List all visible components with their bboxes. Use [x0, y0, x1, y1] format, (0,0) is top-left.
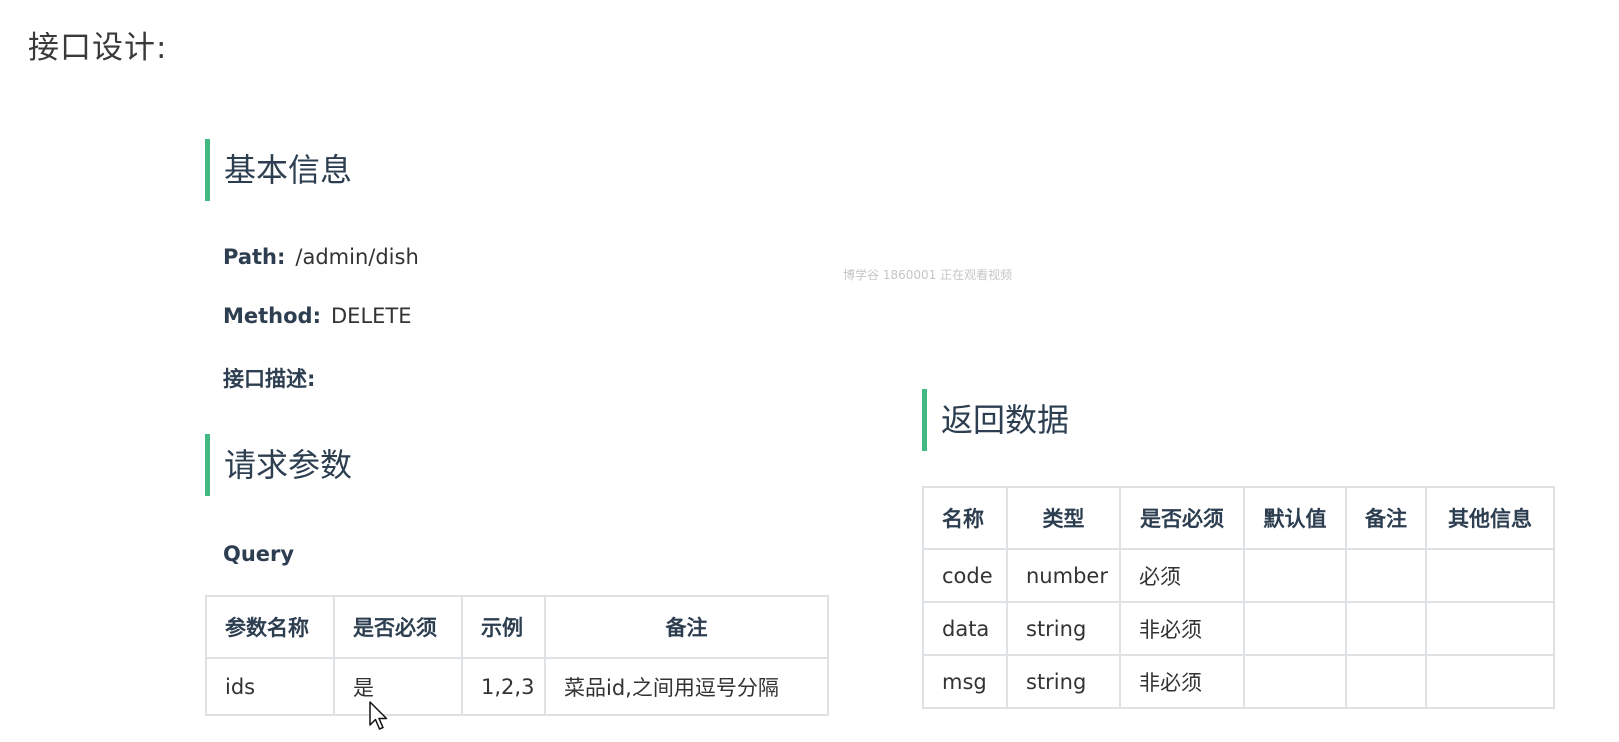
- table-cell: ids: [205, 657, 335, 716]
- table-cell: 1,2,3: [461, 657, 546, 716]
- column-header: 默认值: [1243, 486, 1347, 550]
- column-header: 名称: [922, 486, 1008, 550]
- table-cell: 菜品id,之间用逗号分隔: [544, 657, 829, 716]
- table-cell: [1243, 654, 1347, 709]
- table-cell: [1345, 654, 1427, 709]
- column-header: 是否必须: [333, 595, 463, 659]
- table-cell: 必须: [1119, 548, 1245, 603]
- table-row: msg string 非必须: [922, 654, 1555, 709]
- table-row: code number 必须: [922, 548, 1555, 603]
- request-params-table: 参数名称 是否必须 示例 备注 ids 是 1,2,3 菜品id,之间用逗号分隔: [205, 595, 829, 716]
- method-field: Method: DELETE: [223, 304, 412, 328]
- request-params-heading: 请求参数: [205, 434, 352, 496]
- table-header-row: 参数名称 是否必须 示例 备注: [205, 595, 829, 659]
- description-label: 接口描述:: [223, 367, 316, 391]
- column-header: 类型: [1006, 486, 1121, 550]
- table-cell: [1425, 654, 1555, 709]
- column-header: 备注: [1345, 486, 1427, 550]
- table-cell: string: [1006, 654, 1121, 709]
- watermark: 博学谷 1860001 正在观看视频: [843, 268, 1013, 282]
- table-row: ids 是 1,2,3 菜品id,之间用逗号分隔: [205, 657, 829, 716]
- basic-info-heading: 基本信息: [205, 139, 352, 201]
- path-field: Path: /admin/dish: [223, 245, 419, 269]
- table-cell: code: [922, 548, 1008, 603]
- column-header: 备注: [544, 595, 829, 659]
- method-value: DELETE: [331, 304, 412, 328]
- table-cell: data: [922, 601, 1008, 656]
- response-data-heading: 返回数据: [922, 389, 1069, 451]
- mouse-pointer-icon: [369, 701, 388, 730]
- method-label: Method:: [223, 304, 321, 328]
- table-row: data string 非必须: [922, 601, 1555, 656]
- page-title: 接口设计:: [28, 30, 168, 66]
- table-header-row: 名称 类型 是否必须 默认值 备注 其他信息: [922, 486, 1555, 550]
- response-data-table: 名称 类型 是否必须 默认值 备注 其他信息 code number 必须 da…: [922, 486, 1555, 709]
- column-header: 其他信息: [1425, 486, 1555, 550]
- table-cell: msg: [922, 654, 1008, 709]
- query-label: Query: [223, 542, 295, 566]
- path-value: /admin/dish: [295, 245, 419, 269]
- column-header: 示例: [461, 595, 546, 659]
- path-label: Path:: [223, 245, 286, 269]
- table-cell: [1243, 601, 1347, 656]
- table-cell: 非必须: [1119, 601, 1245, 656]
- table-cell: 是: [333, 657, 463, 716]
- table-cell: string: [1006, 601, 1121, 656]
- table-cell: [1425, 548, 1555, 603]
- table-cell: number: [1006, 548, 1121, 603]
- table-cell: [1345, 601, 1427, 656]
- column-header: 是否必须: [1119, 486, 1245, 550]
- table-cell: 非必须: [1119, 654, 1245, 709]
- description-field: 接口描述:: [223, 363, 315, 393]
- table-cell: [1345, 548, 1427, 603]
- table-cell: [1243, 548, 1347, 603]
- table-cell: [1425, 601, 1555, 656]
- column-header: 参数名称: [205, 595, 335, 659]
